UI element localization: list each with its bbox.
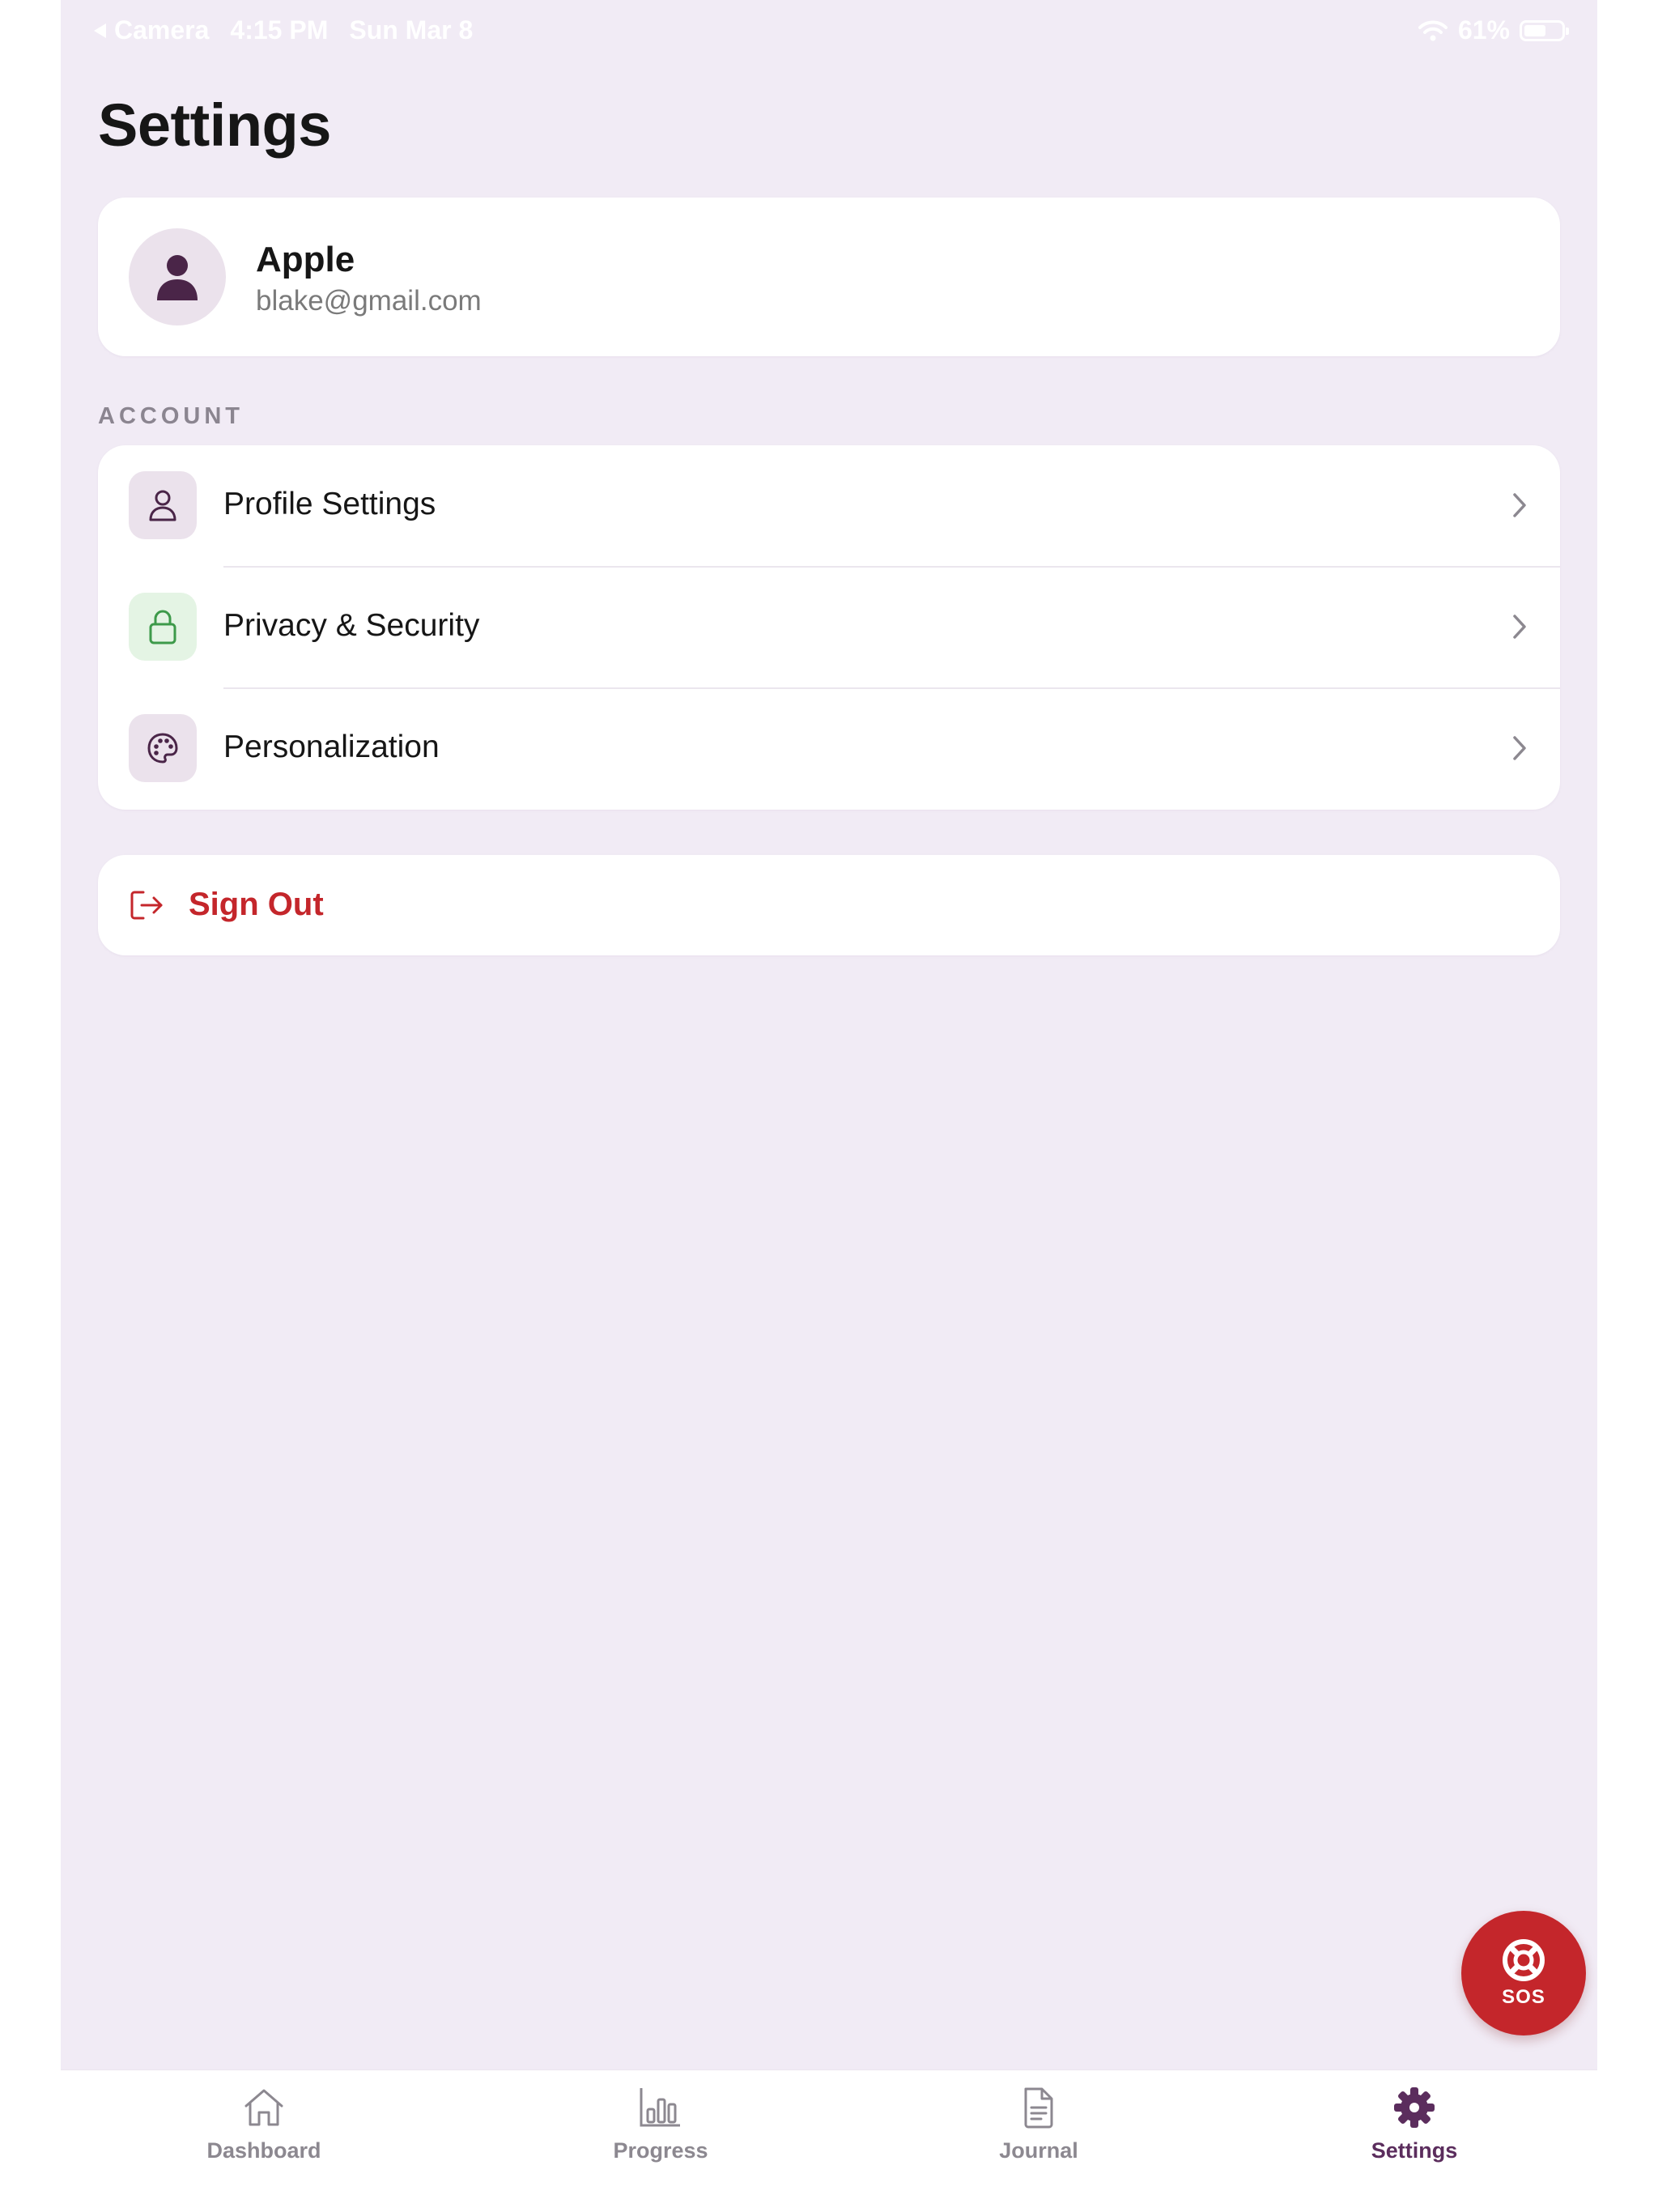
- tab-label: Dashboard: [206, 2138, 321, 2163]
- sign-out-icon: [130, 891, 163, 920]
- wifi-icon: [1418, 20, 1448, 40]
- profile-card[interactable]: Apple blake@gmail.com: [98, 198, 1560, 356]
- tab-journal[interactable]: Journal: [942, 2085, 1136, 2182]
- sos-label: SOS: [1502, 1986, 1545, 2008]
- avatar: [129, 228, 226, 325]
- tab-progress[interactable]: Progress: [563, 2085, 758, 2182]
- back-to-app[interactable]: Camera: [91, 15, 209, 45]
- tab-bar: Dashboard Progress Journal Settings: [61, 2069, 1597, 2212]
- lock-icon: [129, 593, 197, 661]
- personalization-label: Personalization: [223, 730, 440, 764]
- page-title: Settings: [98, 91, 331, 159]
- person-icon: [157, 255, 198, 300]
- profile-name: Apple: [256, 240, 355, 279]
- back-triangle-icon: [94, 23, 106, 38]
- profile-settings-row[interactable]: Profile Settings: [98, 445, 1560, 567]
- chevron-right-icon: [1513, 493, 1526, 517]
- tab-label: Journal: [999, 2138, 1078, 2163]
- sos-button[interactable]: SOS: [1461, 1911, 1586, 2035]
- tab-label: Settings: [1371, 2138, 1458, 2163]
- home-icon: [244, 2089, 283, 2126]
- back-app-label: Camera: [114, 15, 210, 45]
- account-section-label: ACCOUNT: [98, 403, 244, 429]
- tab-label: Progress: [613, 2138, 708, 2163]
- lifebuoy-icon: [1503, 1939, 1545, 1981]
- bar-chart-icon: [640, 2088, 680, 2127]
- settings-screen: Camera 4:15 PM Sun Mar 8 61% Settings Ap: [61, 0, 1597, 2212]
- person-outline-icon: [129, 471, 197, 539]
- status-bar: Camera 4:15 PM Sun Mar 8 61%: [61, 0, 1597, 60]
- chevron-right-icon: [1513, 615, 1526, 639]
- privacy-security-label: Privacy & Security: [223, 608, 480, 643]
- profile-email: blake@gmail.com: [256, 285, 482, 317]
- tab-dashboard[interactable]: Dashboard: [167, 2085, 361, 2182]
- status-date: Sun Mar 8: [349, 15, 474, 45]
- sign-out-label: Sign Out: [189, 887, 324, 922]
- status-time: 4:15 PM: [230, 15, 329, 45]
- account-card: Profile Settings Privacy & Security Pers…: [98, 445, 1560, 810]
- gear-icon: [1394, 2087, 1435, 2128]
- document-icon: [1024, 2087, 1053, 2129]
- tab-settings[interactable]: Settings: [1317, 2085, 1511, 2182]
- palette-icon: [129, 714, 197, 782]
- chevron-right-icon: [1513, 736, 1526, 760]
- personalization-row[interactable]: Personalization: [98, 688, 1560, 810]
- privacy-security-row[interactable]: Privacy & Security: [98, 567, 1560, 688]
- battery-icon: [1520, 19, 1569, 41]
- battery-percent: 61%: [1457, 15, 1510, 45]
- sign-out-button[interactable]: Sign Out: [98, 855, 1560, 955]
- profile-settings-label: Profile Settings: [223, 487, 436, 521]
